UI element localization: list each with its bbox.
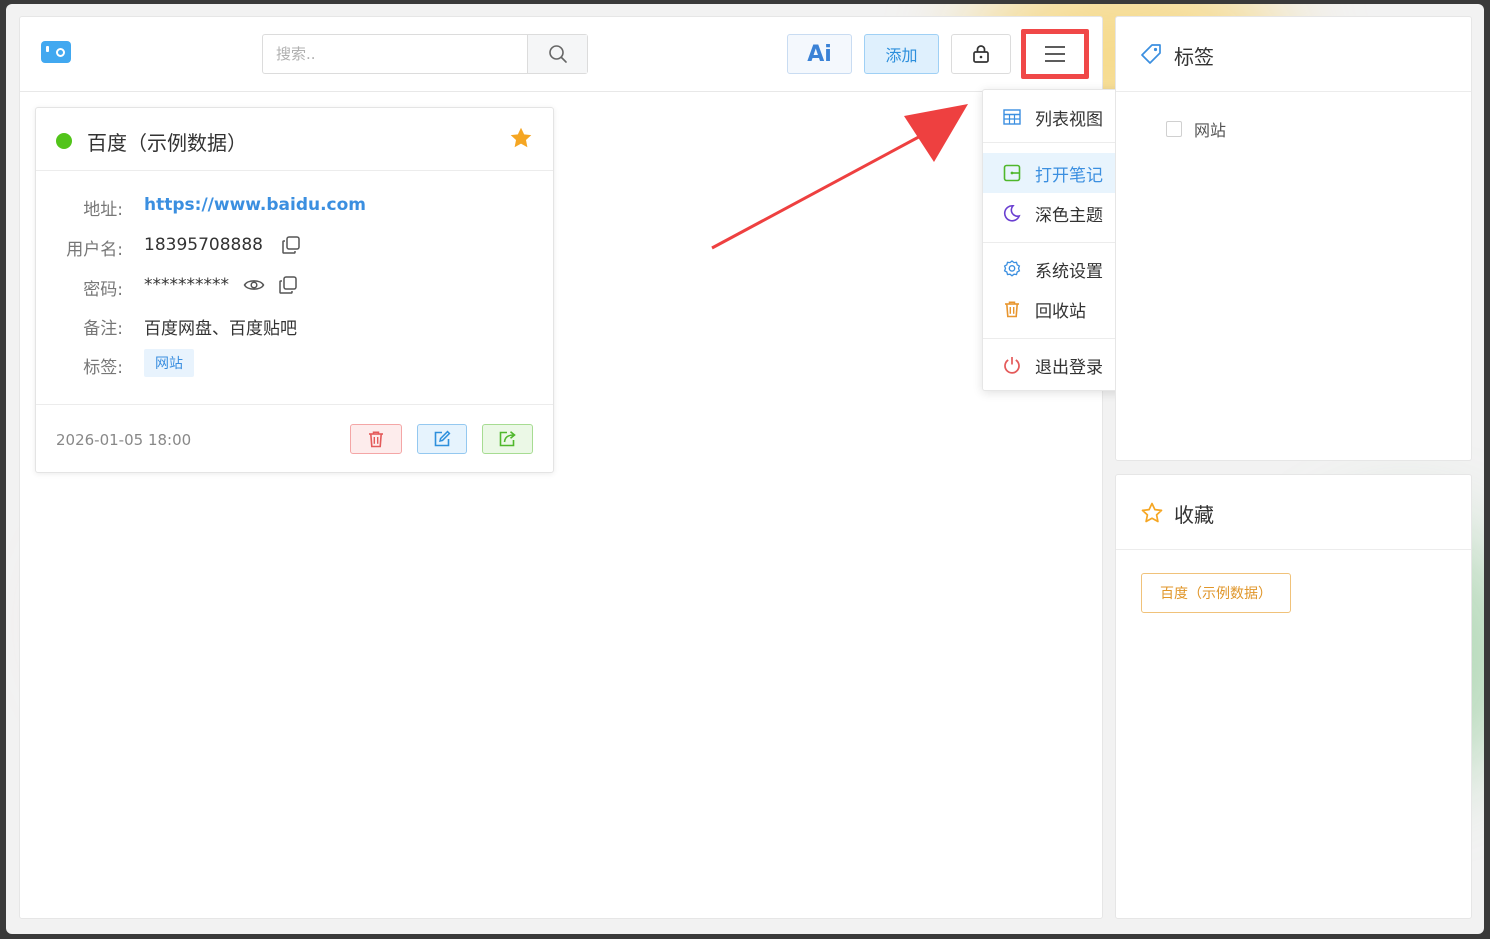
tags-panel-title: 标签 [1174,45,1214,69]
delete-button[interactable] [350,424,402,454]
search-button[interactable] [527,35,587,73]
menu-button[interactable] [1021,29,1089,79]
dropdown-menu: 列表视图 打开笔记 深色主题 系统设置 回收站 退出登录 [982,89,1127,391]
username-value: 18395708888 [144,235,263,255]
address-label: 地址: [83,200,123,220]
edit-button[interactable] [417,424,467,454]
username-label: 用户名: [66,240,123,260]
account-card[interactable]: 百度（示例数据） 地址: https://www.baidu.com 用户名: … [35,107,554,473]
table-icon [1003,109,1021,125]
copy-icon[interactable] [278,275,298,295]
menu-item-recycle-bin[interactable]: 回收站 [983,289,1126,329]
tag-label: 标签: [83,358,123,378]
star-filled-icon[interactable] [508,125,534,151]
tags-panel: 标签 网站 [1115,16,1472,461]
card-title: 百度（示例数据） [87,131,247,155]
ai-button[interactable]: Ai [787,34,852,74]
menu-item-settings[interactable]: 系统设置 [983,249,1126,289]
tag-chip[interactable]: 网站 [144,349,194,377]
search-icon [548,45,567,63]
gear-icon [1003,260,1021,277]
lock-icon [973,45,989,63]
note-value: 百度网盘、百度贴吧 [144,319,297,339]
menu-label: 回收站 [1035,301,1086,322]
note-label: 备注: [83,319,123,339]
menu-divider [983,338,1126,339]
status-dot [56,133,72,149]
app-logo[interactable] [41,41,71,63]
search-input[interactable] [263,35,527,73]
tags-panel-header: 标签 [1116,17,1471,92]
tag-filter-label: 网站 [1194,121,1227,140]
menu-item-logout[interactable]: 退出登录 [983,345,1126,385]
card-footer: 2026-01-05 18:00 [36,404,553,474]
menu-label: 列表视图 [1035,109,1103,130]
tag-icon [1141,44,1161,64]
address-link[interactable]: https://www.baidu.com [144,195,366,215]
share-button[interactable] [482,424,533,454]
tag-checkbox[interactable] [1166,121,1182,137]
top-bar: Ai 添加 [20,17,1102,92]
field-username: 用户名: 18395708888 [36,231,553,260]
card-date: 2026-01-05 18:00 [56,431,192,449]
password-value: ********** [144,275,229,295]
menu-label: 打开笔记 [1035,165,1103,186]
search-box [262,34,588,74]
edit-icon [434,430,451,447]
field-tag: 标签: 网站 [36,349,553,378]
menu-item-open-notes[interactable]: 打开笔记 [983,153,1126,193]
field-note: 备注: 百度网盘、百度贴吧 [36,310,553,339]
field-address: 地址: https://www.baidu.com [36,191,553,220]
menu-divider [983,242,1126,243]
annotation-arrow [711,104,968,250]
trash-icon [1005,301,1019,318]
card-header: 百度（示例数据） [36,108,553,171]
favorites-panel: 收藏 百度（示例数据） [1115,474,1472,919]
favorites-panel-header: 收藏 [1116,475,1471,550]
menu-label: 退出登录 [1035,357,1103,378]
menu-label: 深色主题 [1035,205,1103,226]
menu-item-list-view[interactable]: 列表视图 [983,97,1126,137]
eye-icon[interactable] [243,275,265,295]
hamburger-icon [1045,46,1065,62]
lock-button[interactable] [951,34,1011,74]
moon-icon [1003,204,1021,222]
tag-filter-item[interactable]: 网站 [1166,117,1226,141]
add-button[interactable]: 添加 [864,34,939,74]
share-icon [499,431,516,447]
field-password: 密码: ********** [36,271,553,300]
trash-icon [369,431,383,448]
star-outline-icon [1141,502,1163,523]
menu-divider [983,142,1126,143]
favorites-panel-title: 收藏 [1174,503,1214,527]
app-window: Ai 添加 百度（示例数据） [6,4,1484,934]
note-icon [1003,164,1021,182]
password-label: 密码: [83,280,123,300]
favorite-item[interactable]: 百度（示例数据） [1141,573,1291,613]
menu-label: 系统设置 [1035,261,1103,282]
copy-icon[interactable] [281,235,301,255]
power-icon [1004,357,1020,374]
menu-item-dark-theme[interactable]: 深色主题 [983,193,1126,233]
